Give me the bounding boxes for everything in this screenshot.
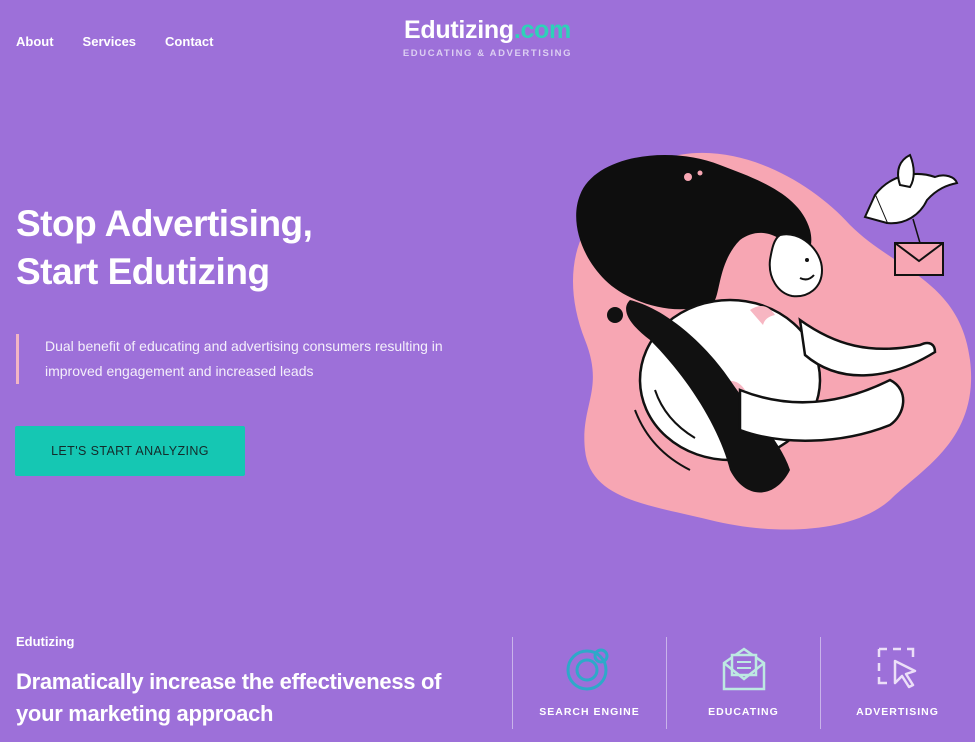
envelope-icon — [722, 647, 765, 691]
section-eyebrow: Edutizing — [16, 634, 75, 649]
feature-label: EDUCATING — [708, 706, 779, 718]
feature-educating[interactable]: EDUCATING — [666, 637, 820, 729]
hero-title-line1: Stop Advertising, — [16, 203, 313, 244]
logo-tagline: EDUCATING & ADVERTISING — [402, 48, 573, 59]
eye — [805, 258, 809, 262]
site-logo[interactable]: Edutizing.com EDUCATING & ADVERTISING — [0, 16, 975, 59]
logo-tld: .com — [513, 16, 571, 44]
feature-advertising[interactable]: ADVERTISING — [820, 637, 974, 729]
start-analyzing-button[interactable]: LET'S START ANALYZING — [15, 426, 245, 476]
hero-title-line2: Start Edutizing — [16, 251, 270, 292]
feature-list: SEARCH ENGINE EDUCATING ADVERTISING — [512, 637, 974, 729]
hero-illustration — [573, 152, 972, 530]
dove-wing — [897, 153, 915, 189]
feature-label: ADVERTISING — [856, 706, 939, 718]
search-engine-icon — [566, 648, 608, 691]
hero-title: Stop Advertising, Start Edutizing — [16, 200, 313, 296]
shoe-dot — [607, 307, 623, 323]
feature-search-engine[interactable]: SEARCH ENGINE — [512, 637, 666, 729]
hero-description: Dual benefit of educating and advertisin… — [16, 334, 465, 384]
logo-wordmark: Edutizing.com — [0, 16, 975, 45]
cursor-select-icon — [877, 647, 916, 689]
dove-string — [912, 218, 921, 244]
feature-label: SEARCH ENGINE — [539, 706, 640, 718]
hair-dot — [684, 173, 692, 181]
section-heading: Dramatically increase the effectiveness … — [16, 669, 442, 726]
logo-name: Edutizing — [404, 16, 514, 44]
hair-dot-small — [697, 170, 703, 176]
dove-body — [873, 173, 959, 225]
